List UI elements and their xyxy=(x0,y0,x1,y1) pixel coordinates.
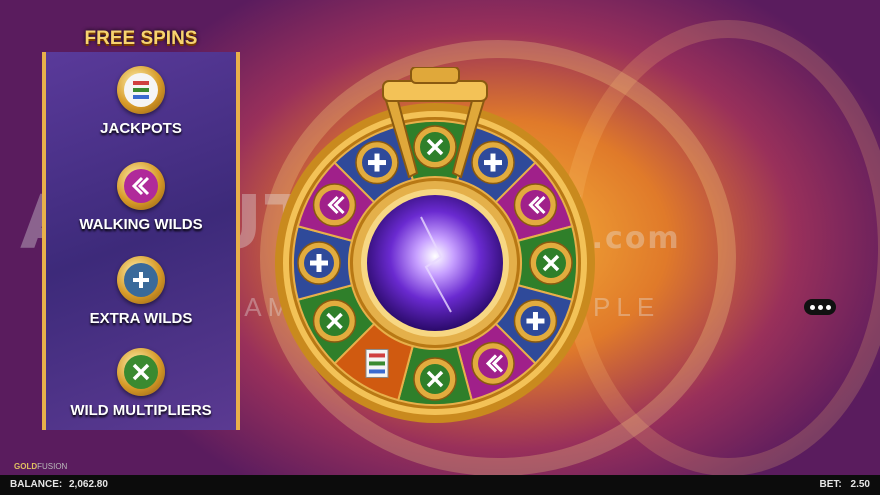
feature-label: EXTRA WILDS xyxy=(89,310,193,327)
menu-button[interactable] xyxy=(804,299,836,315)
jackpot-bars-icon xyxy=(117,66,165,114)
feature-walking-wilds: WALKING WILDS xyxy=(46,162,236,233)
walking-wild-chevrons-icon xyxy=(471,341,515,386)
x-multiplier-icon xyxy=(413,357,457,401)
bet-label: BET: xyxy=(819,479,842,490)
feature-extra-wilds: EXTRA WILDS xyxy=(46,256,236,327)
walking-wild-chevrons-icon xyxy=(117,162,165,210)
features-panel: JACKPOTS WALKING WILDS EXTRA WILDS WILD … xyxy=(42,52,240,430)
walking-wild-chevrons-icon xyxy=(513,183,558,227)
jackpot-bars-icon xyxy=(365,348,389,378)
x-multiplier-icon xyxy=(312,299,357,343)
balance-value: 2,062.80 xyxy=(69,479,108,490)
menu-dot-icon xyxy=(809,304,815,310)
balance-display: BALANCE: 2,062.80 xyxy=(10,479,108,490)
plus-icon xyxy=(355,140,399,185)
feature-label: WALKING WILDS xyxy=(79,216,203,233)
x-multiplier-icon xyxy=(413,125,457,169)
feature-wild-multipliers: WILD MULTIPLIERS xyxy=(46,348,236,419)
plus-icon xyxy=(297,241,341,285)
x-multiplier-icon xyxy=(117,348,165,396)
feature-label: JACKPOTS xyxy=(100,120,182,137)
feature-label: WILD MULTIPLIERS xyxy=(70,402,212,419)
game-logo: GOLDFUSION xyxy=(14,462,68,471)
feature-jackpots: JACKPOTS xyxy=(46,66,236,137)
free-spins-title: FREE SPINS xyxy=(84,28,198,49)
plus-icon xyxy=(117,256,165,304)
x-multiplier-icon xyxy=(529,241,573,285)
bet-value: 2.50 xyxy=(850,479,870,490)
bonus-wheel xyxy=(275,67,595,423)
pointer-handle xyxy=(410,67,460,84)
menu-dot-icon xyxy=(825,304,831,310)
bottom-status-bar: BALANCE: 2,062.80 BET: 2.50 xyxy=(0,475,880,495)
menu-dot-icon xyxy=(817,304,823,310)
bet-display: BET: 2.50 xyxy=(820,479,870,490)
energy-orb xyxy=(367,195,503,331)
balance-label: BALANCE: xyxy=(10,479,63,490)
plus-icon xyxy=(471,140,515,185)
walking-wild-chevrons-icon xyxy=(312,183,357,227)
plus-icon xyxy=(513,299,558,343)
